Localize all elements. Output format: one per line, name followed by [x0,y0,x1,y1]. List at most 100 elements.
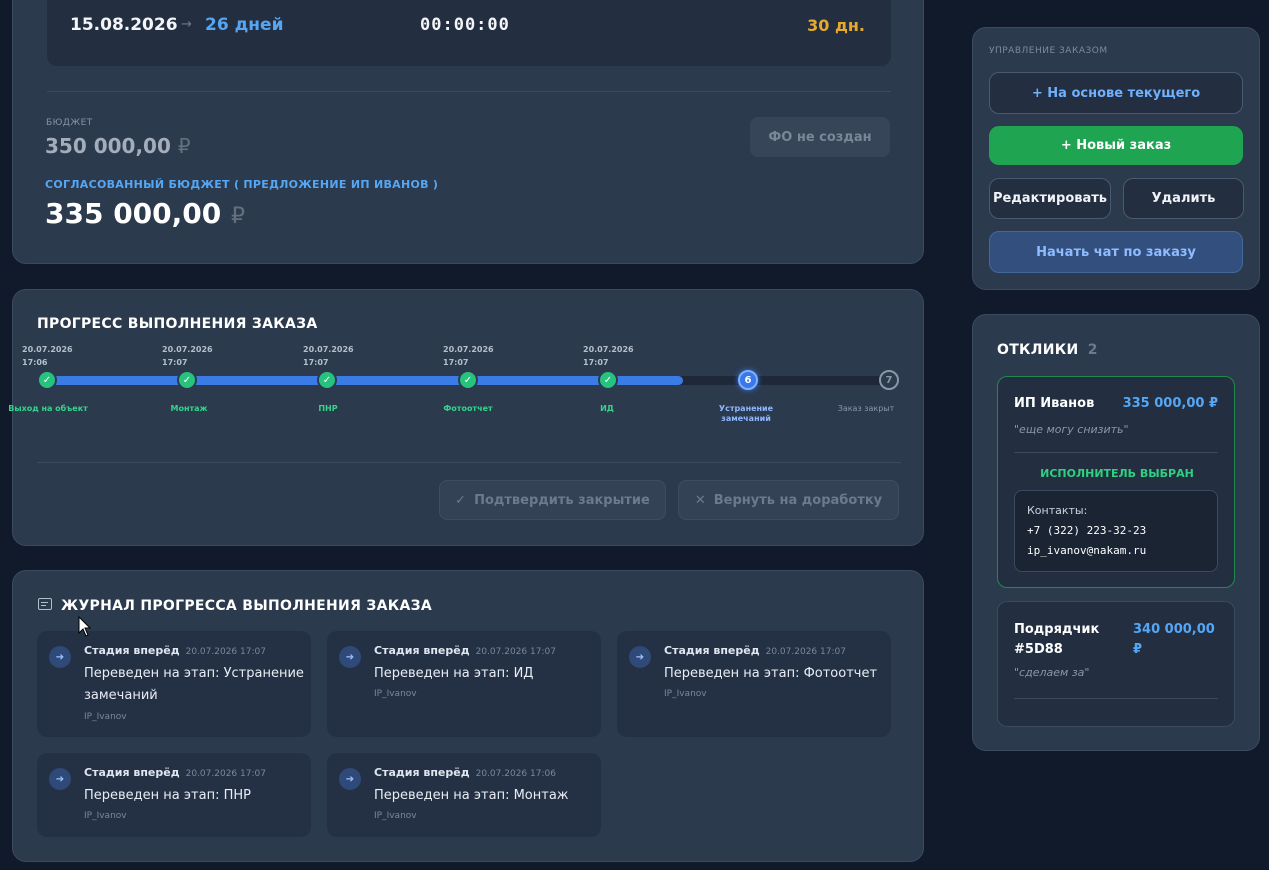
journal-entry: ➔ Стадия вперёд 20.07.2026 17:06 Переведе… [327,753,601,837]
stage-5-label: ИД [600,404,614,413]
response-price-line2: ₽ [1133,642,1143,657]
stage-6-current-marker: 6 [738,370,758,390]
response-name-line2: #5D88 [1014,642,1063,657]
entry-user: IP_Ivanov [374,811,417,821]
contact-phone[interactable]: +7 (322) 223-32-23 [1027,524,1146,537]
entry-type: Стадия вперёд [374,644,470,657]
currency-symbol: ₽ [231,204,245,229]
response-comment: "сделаем за" [1014,666,1090,679]
journal-entry: ➔ Стадия вперёд 20.07.2026 17:07 Переведе… [37,753,311,837]
entry-text: Переведен на этап: ИД [374,666,534,681]
start-chat-button[interactable]: Начать чат по заказу [989,231,1243,273]
progress-journal-card: ЖУРНАЛ ПРОГРЕССА ВЫПОЛНЕНИЯ ЗАКАЗА ➔ Ста… [12,570,924,862]
entry-text: Переведен на этап: Устранение замечаний [84,666,304,703]
entry-user: IP_Ivanov [374,689,417,699]
entry-time: 20.07.2026 17:07 [765,647,846,657]
stage-2-check-icon: ✓ [177,370,197,390]
stage-2-date: 20.07.2026 17:07 [162,345,213,367]
responses-title-text: ОТКЛИКИ [997,342,1079,358]
deadline-date: 15.08.2026 [70,15,178,35]
delete-button[interactable]: Удалить [1123,178,1244,219]
stage-7-label: Заказ закрыт [837,404,895,413]
budget-amount: 350 000,00 [45,134,171,158]
stage-1-label: Выход на объект [8,404,88,413]
journal-entry: ➔ Стадия вперёд 20.07.2026 17:07 Переведе… [327,631,601,737]
stage-4-check-icon: ✓ [458,370,478,390]
divider [37,462,901,463]
countdown-timer: 00:00:00 [420,15,510,35]
entry-type: Стадия вперёд [84,644,180,657]
progress-card: ПРОГРЕСС ВЫПОЛНЕНИЯ ЗАКАЗА 20.07.2026 17:… [8,289,924,546]
deadline-box: 15.08.2026 26 дней 00:00:00 30 дн. [47,0,891,66]
journal-title: ЖУРНАЛ ПРОГРЕССА ВЫПОЛНЕНИЯ ЗАКАЗА [61,598,432,614]
return-for-rework-label: Вернуть на доработку [713,492,883,508]
entry-user: IP_Ivanov [84,712,127,722]
edit-button[interactable]: Редактировать [989,178,1111,219]
contacts-box: Контакты: +7 (322) 223-32-23 ip_ivanov@n… [1014,490,1218,572]
arrow-right-icon: → [181,17,192,32]
stage-5-check-icon: ✓ [598,370,618,390]
progress-fill [47,376,683,385]
contact-email[interactable]: ip_ivanov@nakam.ru [1027,544,1146,557]
return-for-rework-button[interactable]: ✕ Вернуть на доработку [678,480,899,520]
stage-5-date: 20.07.2026 17:07 [583,345,634,367]
stage-4-date: 20.07.2026 17:07 [443,345,494,367]
divider [1014,698,1218,699]
fo-not-created-button[interactable]: ФО не создан [750,117,890,157]
confirm-close-label: Подтвердить закрытие [474,492,650,508]
close-icon: ✕ [694,492,706,508]
budget-label: БЮДЖЕТ [46,118,93,128]
stage-3-label: ПНР [318,404,338,413]
entry-text: Переведен на этап: Фотоотчет [664,666,878,681]
agreed-budget-label: СОГЛАСОВАННЫЙ БЮДЖЕТ ( ПРЕДЛОЖЕНИЕ ИП ИВ… [45,178,439,191]
stage-1-check-icon: ✓ [37,370,57,390]
check-icon: ✓ [455,492,467,508]
agreed-budget-amount: 335 000,00 [45,197,222,230]
stage-3-check-icon: ✓ [317,370,337,390]
new-order-button[interactable]: + Новый заказ [989,126,1243,165]
journal-entry: ➔ Стадия вперёд 20.07.2026 17:07 Переведе… [617,631,891,737]
responses-count: 2 [1087,342,1098,358]
entry-time: 20.07.2026 17:07 [185,647,266,657]
response-item[interactable]: Подрядчик #5D88 340 000,00 ₽ "сделаем за… [997,601,1235,727]
currency-symbol: ₽ [177,134,191,158]
stage-6-label: Устранение замечаний [718,404,774,423]
based-on-current-button[interactable]: + На основе текущего [989,72,1243,114]
response-comment: "еще могу снизить" [1014,423,1129,436]
stage-7-marker: 7 [879,370,899,390]
response-item-selected[interactable]: ИП Иванов 335 000,00 ₽ "еще могу снизить… [997,376,1235,588]
entry-time: 20.07.2026 17:06 [475,769,556,779]
confirm-close-button[interactable]: ✓ Подтвердить закрытие [439,480,666,520]
days-remaining: 26 дней [205,15,284,35]
entry-user: IP_Ivanov [664,689,707,699]
stage-4-label: Фотоотчет [443,404,493,413]
response-price-line1: 340 000,00 [1133,622,1215,637]
entry-time: 20.07.2026 17:07 [475,647,556,657]
divider [47,91,891,92]
arrow-right-icon: ➔ [49,646,71,668]
entry-type: Стадия вперёд [664,644,760,657]
entry-time: 20.07.2026 17:07 [185,769,266,779]
contacts-label: Контакты: [1027,504,1088,517]
arrow-right-icon: ➔ [629,646,651,668]
stage-2-label: Монтаж [170,404,208,413]
response-name: Подрядчик #5D88 [1014,620,1099,660]
executor-selected-badge: ИСПОЛНИТЕЛЬ ВЫБРАН [1040,467,1194,480]
entry-text: Переведен на этап: Монтаж [374,788,569,803]
response-name-line1: Подрядчик [1014,622,1100,637]
entry-type: Стадия вперёд [374,766,470,779]
progress-title: ПРОГРЕСС ВЫПОЛНЕНИЯ ЗАКАЗА [37,316,318,332]
budget-value: 350 000,00 ₽ [45,134,191,158]
mouse-cursor-icon [78,616,92,637]
chat-log-icon [38,598,52,610]
manage-title: УПРАВЛЕНИЕ ЗАКАЗОМ [989,46,1108,56]
stage-1-date: 20.07.2026 17:06 [22,345,73,367]
response-price: 335 000,00 ₽ [1122,396,1218,411]
arrow-right-icon: ➔ [49,768,71,790]
response-price: 340 000,00 ₽ [1133,620,1215,660]
entry-type: Стадия вперёд [84,766,180,779]
entry-user: IP_Ivanov [84,811,127,821]
divider [1014,452,1218,453]
response-name: ИП Иванов [1014,396,1095,411]
responses-card: ОТКЛИКИ 2 ИП Иванов 335 000,00 ₽ "еще мо… [972,314,1260,751]
